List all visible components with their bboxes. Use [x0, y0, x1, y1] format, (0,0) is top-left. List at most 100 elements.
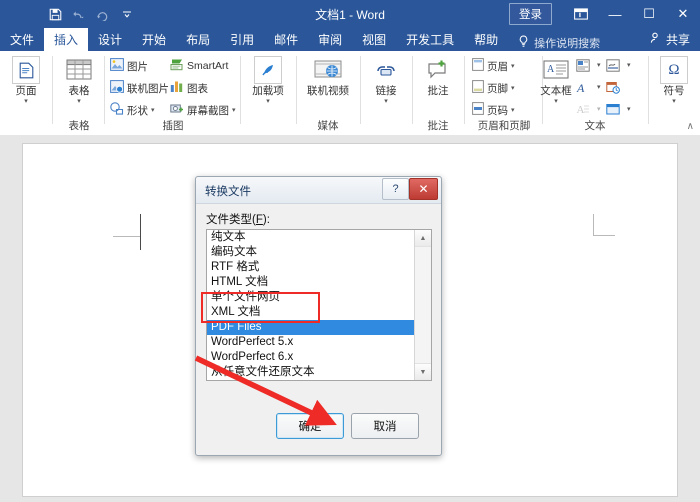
table-caret-icon[interactable]: ▾ [77, 98, 81, 105]
sign-in-button[interactable]: 登录 [509, 3, 552, 25]
drop-cap-caret-icon[interactable]: ▾ [597, 105, 601, 113]
pages-button[interactable]: 页面 ▾ [2, 55, 50, 105]
dialog-close-button[interactable]: ✕ [409, 178, 438, 200]
ribbon-separator [296, 56, 297, 124]
signature-line-caret-icon[interactable]: ▾ [627, 61, 631, 69]
ribbon-group-text: A 文本框 ▾ ▾ A ▾ A ▾ ▾ ▾ 文本 [540, 51, 644, 135]
ribbon-separator [360, 56, 361, 124]
page-number-caret-icon[interactable]: ▾ [511, 106, 515, 114]
list-item[interactable]: 纯文本 [207, 230, 414, 245]
list-item[interactable]: RTF 格式 [207, 260, 414, 275]
ribbon-group-pages: 页面 ▾ [2, 51, 50, 135]
footer-label: 页脚 [487, 82, 508, 95]
share-label: 共享 [665, 33, 690, 47]
header-button[interactable]: 页眉 ▾ [472, 57, 515, 75]
header-icon [472, 58, 484, 74]
object-button[interactable]: ▾ [602, 100, 631, 118]
screenshot-caret-icon[interactable]: ▾ [232, 106, 236, 114]
screenshot-label: 屏幕截图 [187, 104, 229, 117]
shapes-label: 形状 [127, 104, 148, 117]
tab-insert[interactable]: 插入 [44, 28, 89, 51]
save-icon[interactable] [44, 4, 66, 24]
chart-button[interactable]: 图表 [170, 79, 208, 97]
share-button[interactable]: 共享 [650, 28, 690, 51]
online-picture-button[interactable]: 联机图片 [110, 79, 169, 97]
dialog-help-button[interactable]: ? [382, 178, 409, 200]
object-caret-icon[interactable]: ▾ [627, 105, 631, 113]
tab-home[interactable]: 开始 [132, 28, 176, 51]
ok-button[interactable]: 确定 [276, 413, 344, 439]
table-button[interactable]: 表格 ▾ [56, 55, 102, 105]
minimize-button[interactable]: — [598, 0, 632, 28]
quick-parts-button[interactable]: ▾ [572, 56, 601, 74]
tab-references[interactable]: 引用 [220, 28, 264, 51]
ribbon-group-text-label: 文本 [584, 120, 606, 132]
wordart-button[interactable]: A ▾ [572, 78, 601, 96]
redo-icon[interactable] [92, 4, 114, 24]
quick-parts-caret-icon[interactable]: ▾ [597, 61, 601, 69]
page-number-icon [472, 102, 484, 118]
date-time-button[interactable] [602, 78, 624, 96]
shapes-caret-icon[interactable]: ▾ [151, 106, 155, 114]
maximize-button[interactable]: ☐ [632, 0, 666, 28]
dialog-button-row: 确定 取消 [196, 413, 441, 455]
close-button[interactable]: ✕ [666, 0, 700, 28]
ribbon-group-media: 联机视频 媒体 [300, 51, 356, 135]
tab-layout[interactable]: 布局 [176, 28, 220, 51]
list-item[interactable]: WordPerfect 6.x [207, 350, 414, 365]
list-item-selected[interactable]: PDF Files [207, 320, 418, 335]
dialog-title: 转换文件 [205, 186, 251, 198]
tab-view[interactable]: 视图 [352, 28, 396, 51]
symbol-caret-icon[interactable]: ▾ [672, 98, 676, 105]
undo-icon[interactable] [68, 4, 90, 24]
screenshot-button[interactable]: 屏幕截图 ▾ [170, 101, 236, 119]
tab-review[interactable]: 审阅 [308, 28, 352, 51]
tab-mailings[interactable]: 邮件 [264, 28, 308, 51]
window-controls: 登录 — ☐ ✕ [509, 0, 700, 28]
footer-button[interactable]: 页脚 ▾ [472, 79, 515, 97]
online-picture-label: 联机图片 [127, 82, 169, 95]
symbol-button[interactable]: Ω 符号 ▾ [652, 55, 696, 105]
link-button[interactable]: 链接 ▾ [364, 55, 408, 105]
cancel-button[interactable]: 取消 [351, 413, 419, 439]
ribbon-separator [464, 56, 465, 124]
online-video-button[interactable]: 联机视频 [300, 55, 356, 97]
scroll-down-button[interactable]: ▼ [415, 363, 431, 380]
file-type-list: 纯文本 编码文本 RTF 格式 HTML 文档 单个文件网页 XML 文档 PD… [207, 230, 418, 380]
smartart-button[interactable]: SmartArt [170, 57, 228, 75]
scroll-up-button[interactable]: ▲ [415, 230, 431, 247]
text-box-caret-icon[interactable]: ▾ [554, 98, 558, 105]
omega-symbol-icon: Ω [660, 55, 688, 85]
list-item[interactable]: 编码文本 [207, 245, 414, 260]
collapse-ribbon-button[interactable]: ∧ [687, 121, 694, 132]
tab-help[interactable]: 帮助 [464, 28, 508, 51]
online-picture-icon [110, 80, 124, 96]
list-item[interactable]: XML 文档 [207, 305, 414, 320]
tab-developer[interactable]: 开发工具 [396, 28, 464, 51]
listbox-scrollbar[interactable]: ▲ ▼ [414, 230, 431, 380]
pages-caret-icon[interactable]: ▾ [24, 98, 28, 105]
ribbon-display-options-icon[interactable] [564, 0, 598, 28]
addins-caret-icon[interactable]: ▾ [266, 98, 270, 105]
link-caret-icon[interactable]: ▾ [384, 98, 388, 105]
dialog-body: 文件类型(F): 纯文本 编码文本 RTF 格式 HTML 文档 单个文件网页 … [196, 203, 441, 455]
signature-line-button[interactable]: ▾ [602, 56, 631, 74]
header-caret-icon[interactable]: ▾ [511, 62, 515, 70]
tell-me-search[interactable]: 操作说明搜索 [518, 35, 600, 51]
customize-quick-access-toolbar-icon[interactable] [116, 4, 138, 24]
tab-file[interactable]: 文件 [0, 28, 44, 51]
list-item[interactable]: HTML 文档 [207, 275, 414, 290]
page-number-button[interactable]: 页码 ▾ [472, 101, 515, 119]
list-item[interactable]: 从任意文件还原文本 [207, 365, 414, 380]
drop-cap-button[interactable]: A ▾ [572, 100, 601, 118]
footer-caret-icon[interactable]: ▾ [511, 84, 515, 92]
new-comment-button[interactable]: 批注 [416, 55, 460, 97]
list-item[interactable]: WordPerfect 5.x [207, 335, 414, 350]
list-item[interactable]: 单个文件网页 [207, 290, 414, 305]
wordart-caret-icon[interactable]: ▾ [597, 83, 601, 91]
file-type-listbox[interactable]: 纯文本 编码文本 RTF 格式 HTML 文档 单个文件网页 XML 文档 PD… [206, 229, 432, 381]
addins-button[interactable]: 加载项 ▾ [244, 55, 292, 105]
picture-button[interactable]: 图片 [110, 57, 148, 75]
shapes-button[interactable]: 形状 ▾ [110, 101, 155, 119]
tab-design[interactable]: 设计 [88, 28, 132, 51]
